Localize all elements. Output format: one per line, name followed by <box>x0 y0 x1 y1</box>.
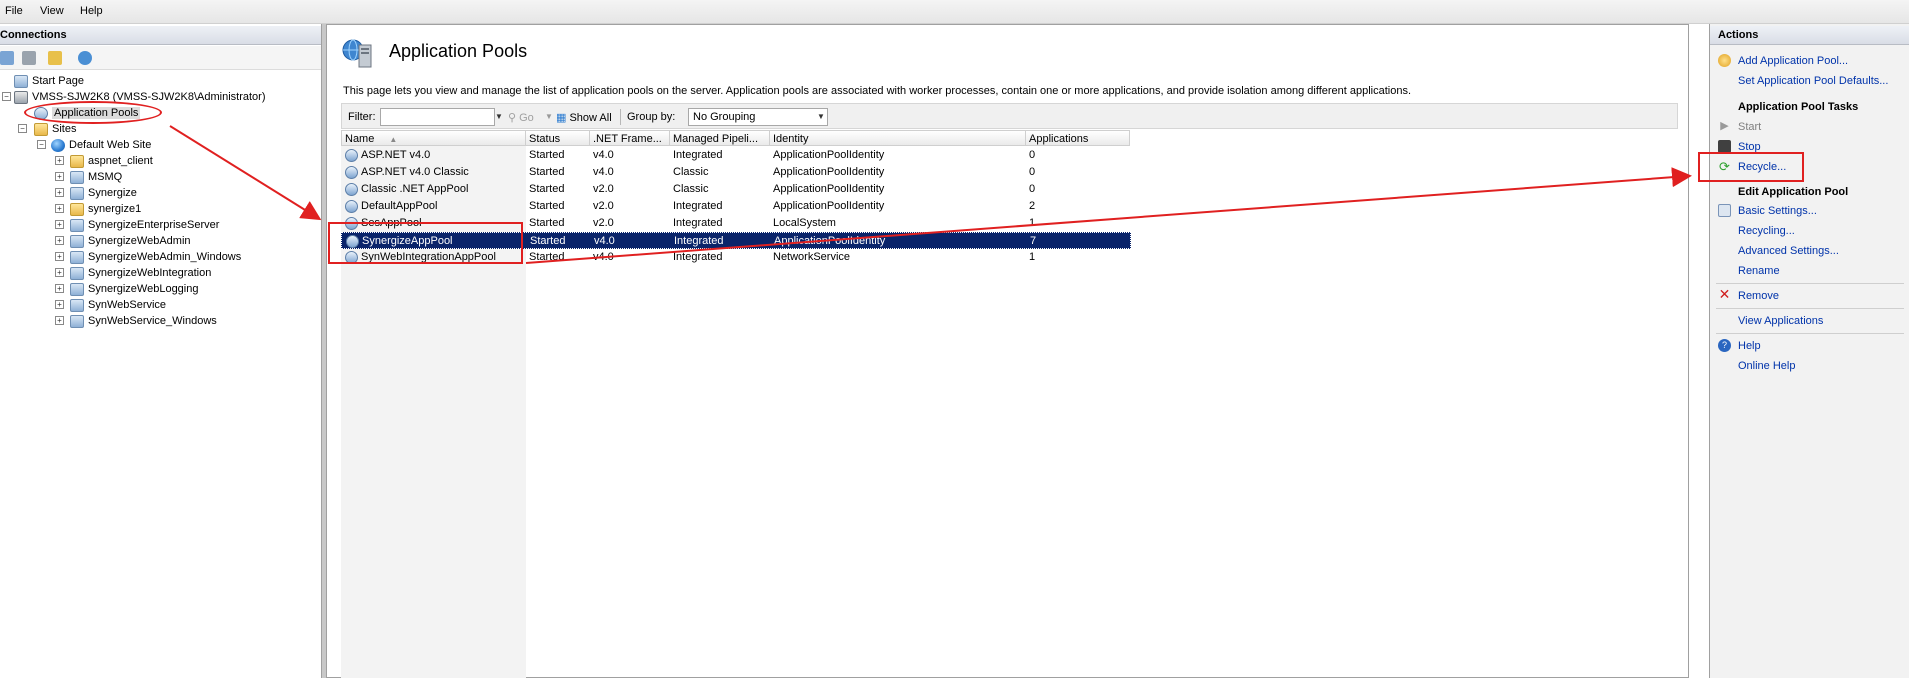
add-application-pool-link[interactable]: Add Application Pool... <box>1738 55 1848 67</box>
remove-icon: ✕ <box>1718 286 1731 302</box>
folder-icon <box>70 155 84 168</box>
actions-divider <box>1716 333 1904 334</box>
menu-view[interactable]: View <box>40 5 64 17</box>
settings-icon <box>1718 204 1731 217</box>
folder-icon <box>70 203 84 216</box>
sites-expander[interactable]: − <box>18 124 27 133</box>
app-pool-icon <box>345 183 358 196</box>
start-link[interactable]: Start <box>1738 121 1761 133</box>
server-expander[interactable]: − <box>2 92 11 101</box>
tree-expander[interactable]: + <box>55 284 64 293</box>
filter-input[interactable] <box>380 108 495 126</box>
tree-expander[interactable]: + <box>55 252 64 261</box>
online-help-link[interactable]: Online Help <box>1738 360 1795 372</box>
actions-divider <box>1716 283 1904 284</box>
application-pools-page: Application Pools This page lets you vie… <box>326 24 1689 678</box>
table-row[interactable]: ASP.NET v4.0 Classic Started v4.0 Classi… <box>341 164 1121 181</box>
group-by-dropdown-icon[interactable]: ▼ <box>815 108 827 126</box>
web-app-icon <box>70 315 84 328</box>
menu-file[interactable]: File <box>5 5 23 17</box>
rename-link[interactable]: Rename <box>1738 265 1780 277</box>
page-title: Application Pools <box>389 41 528 61</box>
tree-expander[interactable]: + <box>55 204 64 213</box>
connections-toolbar <box>0 46 321 70</box>
actions-pane: Actions Add Application Pool... Set Appl… <box>1709 24 1909 678</box>
application-pools-icon <box>342 39 372 68</box>
annotation-ellipse <box>24 101 162 124</box>
app-pool-icon <box>345 149 358 162</box>
column-header-managed-pipeline[interactable]: Managed Pipeli... <box>670 130 770 146</box>
web-app-icon <box>70 299 84 312</box>
toolbar-separator <box>620 109 621 125</box>
edit-pool-header: Edit Application Pool <box>1738 186 1849 198</box>
add-icon <box>1718 54 1731 67</box>
web-app-icon <box>70 283 84 296</box>
go-dropdown-icon[interactable]: ▼ <box>543 108 555 126</box>
connect-icon[interactable] <box>0 51 14 65</box>
globe-icon <box>51 139 65 152</box>
actions-divider <box>1716 308 1904 309</box>
basic-settings-link[interactable]: Basic Settings... <box>1738 205 1817 217</box>
group-by-select[interactable]: No Grouping <box>688 108 828 126</box>
disconnect-icon[interactable] <box>78 51 92 65</box>
menu-bar: File View Help <box>0 0 1909 24</box>
recycling-link[interactable]: Recycling... <box>1738 225 1795 237</box>
menu-help[interactable]: Help <box>80 5 103 17</box>
column-header-net-framework[interactable]: .NET Frame... <box>590 130 670 146</box>
set-pool-defaults-link[interactable]: Set Application Pool Defaults... <box>1738 75 1888 87</box>
sort-ascending-icon: ▲ <box>389 135 398 144</box>
group-by-label: Group by: <box>627 111 676 123</box>
tree-expander[interactable]: + <box>55 172 64 181</box>
tree-expander[interactable]: + <box>55 236 64 245</box>
remove-link[interactable]: Remove <box>1738 290 1779 302</box>
column-header-name[interactable]: Name ▲ <box>341 130 526 146</box>
tree-expander[interactable]: + <box>55 188 64 197</box>
application-pools-grid: Name ▲ Status .NET Frame... Managed Pipe… <box>341 130 1678 678</box>
tree-expander[interactable]: + <box>55 300 64 309</box>
filter-bar: Filter: ▼ ⚲ Go ▼ ▦ Show All Group by: No… <box>341 103 1678 129</box>
web-app-icon <box>70 171 84 184</box>
tree-expander[interactable]: + <box>55 156 64 165</box>
actions-header: Actions <box>1710 26 1909 45</box>
pool-tasks-header: Application Pool Tasks <box>1738 101 1859 113</box>
tree-expander[interactable]: + <box>55 316 64 325</box>
tree-expander[interactable]: + <box>55 220 64 229</box>
column-header-status[interactable]: Status <box>526 130 590 146</box>
annotation-box <box>328 222 523 264</box>
advanced-settings-link[interactable]: Advanced Settings... <box>1738 245 1839 257</box>
server-icon <box>14 91 28 104</box>
start-page-icon <box>14 75 28 88</box>
app-pool-icon <box>345 166 358 179</box>
connections-header: Connections <box>0 26 321 45</box>
go-icon: ⚲ <box>508 112 520 124</box>
help-icon: ? <box>1718 339 1731 352</box>
connections-pane: Connections Start Page − VMSS-SJW2K8 (VM… <box>0 24 322 678</box>
filter-dropdown-icon[interactable]: ▼ <box>493 108 505 126</box>
tree-expander[interactable]: + <box>55 268 64 277</box>
up-icon[interactable] <box>48 51 62 65</box>
annotation-box <box>1698 152 1804 182</box>
web-app-icon <box>70 187 84 200</box>
show-all-button[interactable]: ▦ Show All <box>556 111 612 124</box>
view-applications-link[interactable]: View Applications <box>1738 315 1823 327</box>
show-all-icon: ▦ <box>556 112 570 124</box>
filter-label: Filter: <box>348 111 376 123</box>
default-site-expander[interactable]: − <box>37 140 46 149</box>
web-app-icon <box>70 267 84 280</box>
start-icon: ▶ <box>1720 120 1729 132</box>
web-app-icon <box>70 219 84 232</box>
table-row[interactable]: DefaultAppPool Started v2.0 Integrated A… <box>341 198 1121 215</box>
column-header-applications[interactable]: Applications <box>1026 130 1130 146</box>
save-icon[interactable] <box>22 51 36 65</box>
column-header-identity[interactable]: Identity <box>770 130 1026 146</box>
web-app-icon <box>70 235 84 248</box>
web-app-icon <box>70 251 84 264</box>
sites-icon <box>34 123 48 136</box>
table-row[interactable]: Classic .NET AppPool Started v2.0 Classi… <box>341 181 1121 198</box>
app-pool-icon <box>345 200 358 213</box>
go-button[interactable]: ⚲ Go <box>508 111 534 124</box>
page-description: This page lets you view and manage the l… <box>343 85 1412 97</box>
help-link[interactable]: Help <box>1738 340 1761 352</box>
table-row[interactable]: ASP.NET v4.0 Started v4.0 Integrated App… <box>341 147 1121 164</box>
